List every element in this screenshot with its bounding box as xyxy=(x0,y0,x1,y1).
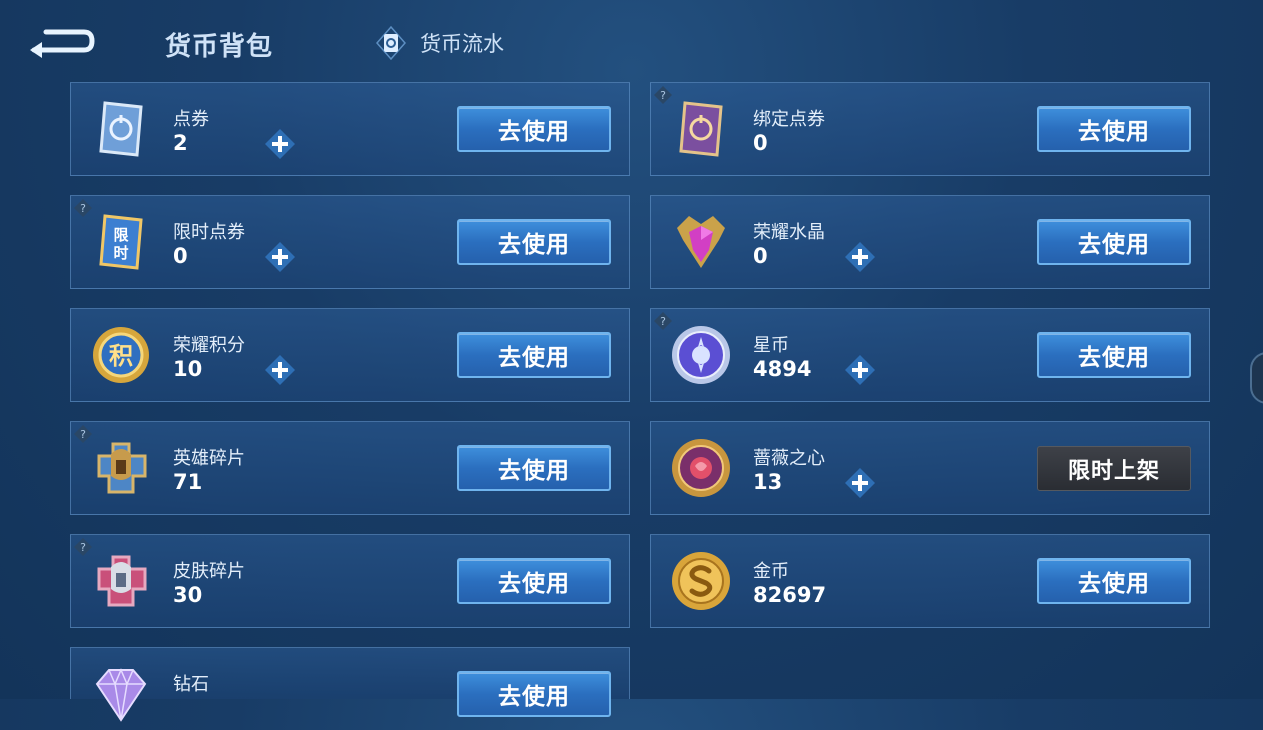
currency-amount: 0 xyxy=(753,131,768,155)
svg-text:?: ? xyxy=(80,428,86,441)
use-button[interactable]: 去使用 xyxy=(457,332,611,378)
currency-amount: 2 xyxy=(173,131,188,155)
currency-amount: 0 xyxy=(753,244,768,268)
currency-card-honor-crystal: 荣耀水晶 0 去使用 xyxy=(650,195,1210,289)
limited-ticket-label-top: 限 xyxy=(113,226,128,244)
currency-amount: 82697 xyxy=(753,583,827,607)
gold-coin-icon xyxy=(669,549,733,613)
top-bar: 货币背包 货币流水 xyxy=(0,0,1263,80)
currency-amount: 71 xyxy=(173,470,203,494)
currency-name: 英雄碎片 xyxy=(173,448,245,469)
currency-name: 荣耀水晶 xyxy=(753,222,825,243)
limited-shelf-button[interactable]: 限时上架 xyxy=(1037,446,1191,491)
use-button[interactable]: 去使用 xyxy=(457,219,611,265)
currency-card-skin-fragment: ? 皮肤碎片 30 去使用 xyxy=(70,534,630,628)
use-button[interactable]: 去使用 xyxy=(457,445,611,491)
limited-ticket-icon: 限 时 xyxy=(89,210,153,274)
use-button[interactable]: 去使用 xyxy=(1037,558,1191,604)
use-button[interactable]: 去使用 xyxy=(457,671,611,717)
currency-name: 金币 xyxy=(753,561,789,582)
bound-ticket-icon xyxy=(669,97,733,161)
add-plus-icon[interactable] xyxy=(843,240,877,274)
ticket-icon xyxy=(89,97,153,161)
currency-card-hero-fragment: ? 英雄碎片 71 去使用 xyxy=(70,421,630,515)
currency-card-diamond: 钻石 去使用 xyxy=(70,647,630,722)
currency-name: 荣耀积分 xyxy=(173,335,245,356)
use-button[interactable]: 去使用 xyxy=(1037,332,1191,378)
back-arrow-icon[interactable] xyxy=(26,24,96,60)
currency-amount: 13 xyxy=(753,470,783,494)
honor-points-coin-icon: 积 xyxy=(89,323,153,387)
tab-currency-flow[interactable]: 货币流水 xyxy=(376,25,504,61)
use-button[interactable]: 去使用 xyxy=(1037,106,1191,152)
hero-fragment-helmet-icon xyxy=(89,436,153,500)
svg-text:?: ? xyxy=(660,89,666,102)
side-panel-handle[interactable] xyxy=(1250,352,1263,404)
currency-name: 蔷薇之心 xyxy=(753,448,825,469)
add-plus-icon[interactable] xyxy=(263,127,297,161)
currency-name: 钻石 xyxy=(173,674,209,695)
add-plus-icon[interactable] xyxy=(843,466,877,500)
star-coin-icon xyxy=(669,323,733,387)
rose-heart-icon xyxy=(669,436,733,500)
add-plus-icon[interactable] xyxy=(843,353,877,387)
currency-name: 皮肤碎片 xyxy=(173,561,245,582)
crystal-icon xyxy=(669,210,733,274)
honor-points-icon-label: 积 xyxy=(109,342,133,370)
skin-fragment-helmet-icon xyxy=(89,549,153,613)
use-button[interactable]: 去使用 xyxy=(457,106,611,152)
currency-amount: 10 xyxy=(173,357,203,381)
tab-currency-flow-label: 货币流水 xyxy=(420,32,504,56)
currency-amount: 4894 xyxy=(753,357,812,381)
currency-card-limited-dianquan: ? 限 时 限时点券 0 去使用 xyxy=(70,195,630,289)
diamond-icon xyxy=(89,662,153,726)
currency-name: 绑定点券 xyxy=(753,109,825,130)
currency-amount: 0 xyxy=(173,244,188,268)
svg-text:?: ? xyxy=(80,202,86,215)
page-title: 货币背包 xyxy=(165,32,274,62)
use-button[interactable]: 去使用 xyxy=(457,558,611,604)
currency-name: 星币 xyxy=(753,335,789,356)
svg-text:?: ? xyxy=(80,541,86,554)
ledger-icon xyxy=(376,25,406,61)
currency-name: 点券 xyxy=(173,109,209,130)
svg-text:?: ? xyxy=(660,315,666,328)
currency-card-bound-dianquan: ? 绑定点券 0 去使用 xyxy=(650,82,1210,176)
add-plus-icon[interactable] xyxy=(263,353,297,387)
add-plus-icon[interactable] xyxy=(263,240,297,274)
currency-card-star-coin: ? 星币 4894 去使用 xyxy=(650,308,1210,402)
use-button[interactable]: 去使用 xyxy=(1037,219,1191,265)
currency-card-dianquan: 点券 2 去使用 xyxy=(70,82,630,176)
currency-card-honor-points: 积 荣耀积分 10 去使用 xyxy=(70,308,630,402)
currency-card-gold-coin: 金币 82697 去使用 xyxy=(650,534,1210,628)
currency-name: 限时点券 xyxy=(173,222,245,243)
currency-card-rose-heart: 蔷薇之心 13 限时上架 xyxy=(650,421,1210,515)
currency-amount: 30 xyxy=(173,583,203,607)
limited-ticket-label-bottom: 时 xyxy=(113,244,128,262)
